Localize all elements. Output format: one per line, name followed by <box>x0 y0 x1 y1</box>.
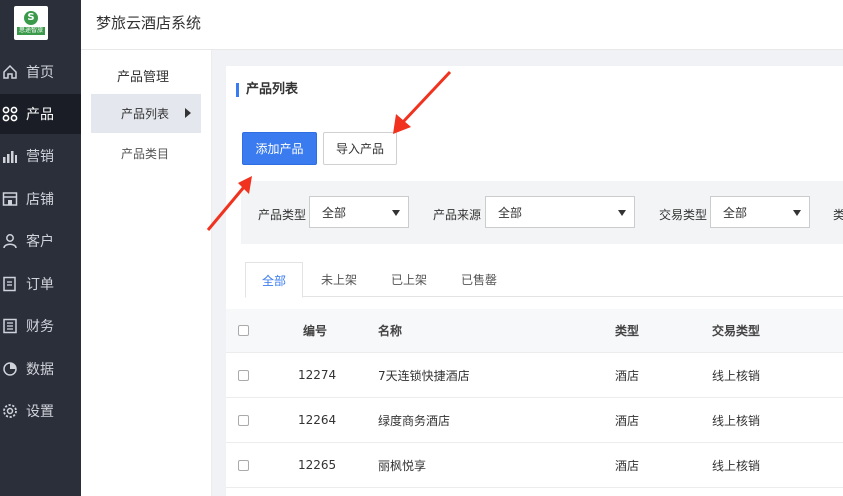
main-nav: S 思途智旅 首页 产品 营销 店铺 客户 订单 财务 数据 设置 <box>0 0 81 496</box>
table-row: 12264 绿度商务酒店 酒店 线上核销 <box>226 398 843 443</box>
nav-item-settings[interactable]: 设置 <box>0 391 81 431</box>
grid-icon <box>2 106 18 122</box>
user-icon <box>2 233 18 249</box>
cell-name: 绿度商务酒店 <box>378 413 451 428</box>
dropdown-arrow-icon <box>618 210 626 216</box>
filter-label-overflow: 类 <box>833 208 843 222</box>
cell-type: 酒店 <box>615 368 640 383</box>
column-header-id: 编号 <box>303 324 328 338</box>
row-checkbox[interactable] <box>238 443 249 487</box>
nav-item-customer[interactable]: 客户 <box>0 221 81 261</box>
nav-label: 数据 <box>26 362 54 378</box>
store-icon <box>2 191 18 207</box>
column-header-name: 名称 <box>378 324 403 338</box>
app-title: 梦旅云酒店系统 <box>96 14 202 32</box>
filter-label-trade-type: 交易类型 <box>659 208 708 222</box>
top-header: 梦旅云酒店系统 <box>81 0 843 50</box>
row-checkbox[interactable] <box>238 398 249 442</box>
nav-item-products[interactable]: 产品 <box>0 94 81 134</box>
row-checkbox[interactable] <box>238 353 249 397</box>
cell-type: 酒店 <box>615 413 640 428</box>
cell-id: 12274 <box>298 368 337 382</box>
finance-icon <box>2 318 18 334</box>
dropdown-arrow-icon <box>793 210 801 216</box>
product-type-select[interactable]: 全部 <box>309 196 409 228</box>
status-tabs: 全部 未上架 已上架 已售罄 <box>245 262 843 298</box>
nav-label: 店铺 <box>26 192 54 208</box>
filter-label-product-source: 产品来源 <box>433 208 482 222</box>
column-header-trade-type: 交易类型 <box>712 324 761 338</box>
cell-trade-type: 线上核销 <box>712 368 761 383</box>
table-row: 12265 丽枫悦享 酒店 线上核销 <box>226 443 843 488</box>
product-list-panel: 产品列表 添加产品 导入产品 产品类型 全部 产品来源 全部 交易类型 全部 类… <box>226 66 843 496</box>
nav-item-data[interactable]: 数据 <box>0 349 81 389</box>
home-icon <box>2 64 18 80</box>
trade-type-select[interactable]: 全部 <box>710 196 810 228</box>
nav-label: 财务 <box>26 319 54 335</box>
cell-trade-type: 线上核销 <box>712 413 761 428</box>
table-row: 12274 7天连锁快捷酒店 酒店 线上核销 <box>226 353 843 398</box>
subnav-item-product-list[interactable]: 产品列表 <box>91 94 201 133</box>
pie-chart-icon <box>2 361 18 377</box>
sub-nav: 产品管理 产品列表 产品类目 <box>81 50 212 496</box>
page-title: 产品列表 <box>236 83 298 97</box>
nav-label: 营销 <box>26 149 54 165</box>
tab-unlisted[interactable]: 未上架 <box>313 262 365 297</box>
filter-label-product-type: 产品类型 <box>258 208 307 222</box>
nav-label: 首页 <box>26 65 54 81</box>
cell-id: 12264 <box>298 413 337 427</box>
subnav-title: 产品管理 <box>117 70 170 85</box>
gear-icon <box>2 403 18 419</box>
select-all-checkbox[interactable] <box>238 309 249 352</box>
filter-bar: 产品类型 全部 产品来源 全部 交易类型 全部 类 <box>241 181 843 244</box>
nav-label: 订单 <box>26 277 54 293</box>
cell-id: 12265 <box>298 458 337 472</box>
cell-name: 丽枫悦享 <box>378 458 427 473</box>
product-source-select[interactable]: 全部 <box>485 196 635 228</box>
import-product-button[interactable]: 导入产品 <box>323 132 397 165</box>
logo[interactable]: S 思途智旅 <box>14 6 48 40</box>
nav-label: 客户 <box>26 234 54 250</box>
bar-chart-icon <box>2 148 18 164</box>
nav-label: 设置 <box>26 404 54 420</box>
nav-item-store[interactable]: 店铺 <box>0 179 81 219</box>
nav-item-home[interactable]: 首页 <box>0 52 81 92</box>
tab-listed[interactable]: 已上架 <box>383 262 435 297</box>
add-product-button[interactable]: 添加产品 <box>242 132 317 165</box>
nav-item-marketing[interactable]: 营销 <box>0 136 81 176</box>
column-header-type: 类型 <box>615 324 640 338</box>
nav-item-finance[interactable]: 财务 <box>0 306 81 346</box>
cell-type: 酒店 <box>615 458 640 473</box>
tab-sold-out[interactable]: 已售罄 <box>453 262 505 297</box>
caret-right-icon <box>185 108 191 118</box>
dropdown-arrow-icon <box>392 210 400 216</box>
table-header: 编号 名称 类型 交易类型 <box>226 309 843 353</box>
nav-item-orders[interactable]: 订单 <box>0 264 81 304</box>
subnav-item-product-category[interactable]: 产品类目 <box>91 134 201 173</box>
order-icon <box>2 276 18 292</box>
tab-all[interactable]: 全部 <box>245 262 303 298</box>
cell-trade-type: 线上核销 <box>712 458 761 473</box>
cell-name: 7天连锁快捷酒店 <box>378 368 470 383</box>
nav-label: 产品 <box>26 107 54 123</box>
